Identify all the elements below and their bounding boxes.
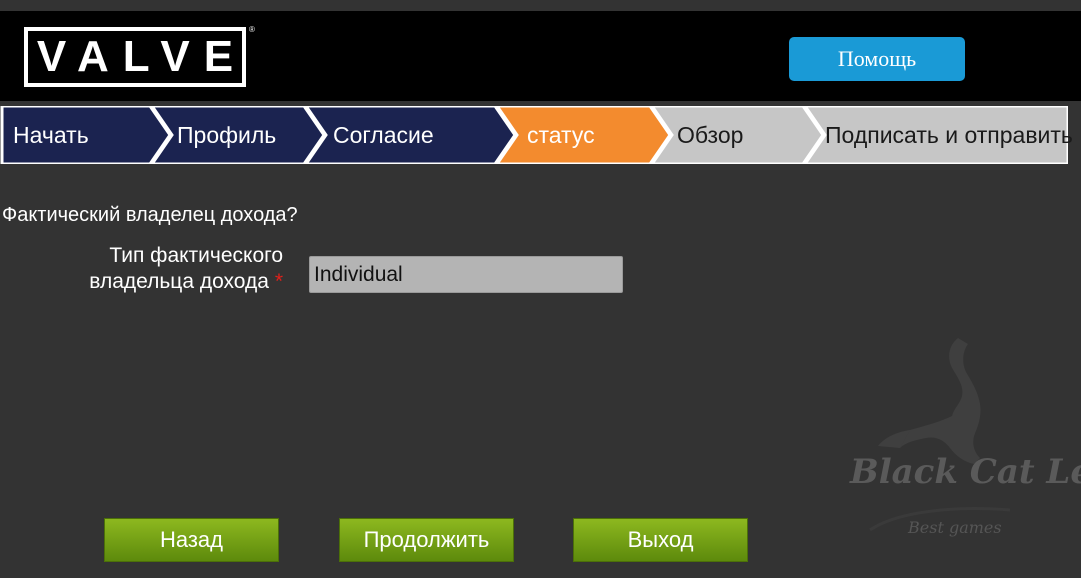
continue-button[interactable]: Продолжить — [339, 518, 514, 562]
page: VALVE ® Помощь Начать Профиль Согласие с… — [0, 0, 1081, 578]
watermark-text: Black Cat Leo — [850, 452, 1081, 492]
required-mark: * — [274, 270, 283, 293]
owner-type-field[interactable]: Individual — [309, 256, 623, 293]
progress-steps: Начать Профиль Согласие статус Обзор Под… — [0, 106, 1073, 164]
valve-logo: VALVE — [24, 27, 246, 87]
owner-type-label-line1: Тип фактического — [109, 244, 283, 267]
header-bar: VALVE ® Помощь — [0, 11, 1081, 101]
help-button[interactable]: Помощь — [789, 37, 965, 81]
back-button[interactable]: Назад — [104, 518, 279, 562]
owner-type-label-line2: владельца дохода — [89, 270, 269, 293]
logo-text: VALVE — [36, 32, 248, 81]
step-profile[interactable]: Профиль — [177, 106, 276, 164]
step-status[interactable]: статус — [527, 106, 595, 164]
watermark-subtext: Best games — [908, 518, 1002, 537]
exit-button[interactable]: Выход — [573, 518, 748, 562]
step-review: Обзор — [677, 122, 744, 148]
step-sign-and-submit: Подписать и отправить — [825, 122, 1073, 148]
step-consent[interactable]: Согласие — [333, 106, 434, 164]
logo-trademark: ® — [249, 25, 255, 34]
step-start[interactable]: Начать — [13, 106, 89, 164]
form-question: Фактический владелец дохода? — [2, 204, 298, 226]
owner-type-label: Тип фактического владельца дохода * — [40, 243, 283, 295]
